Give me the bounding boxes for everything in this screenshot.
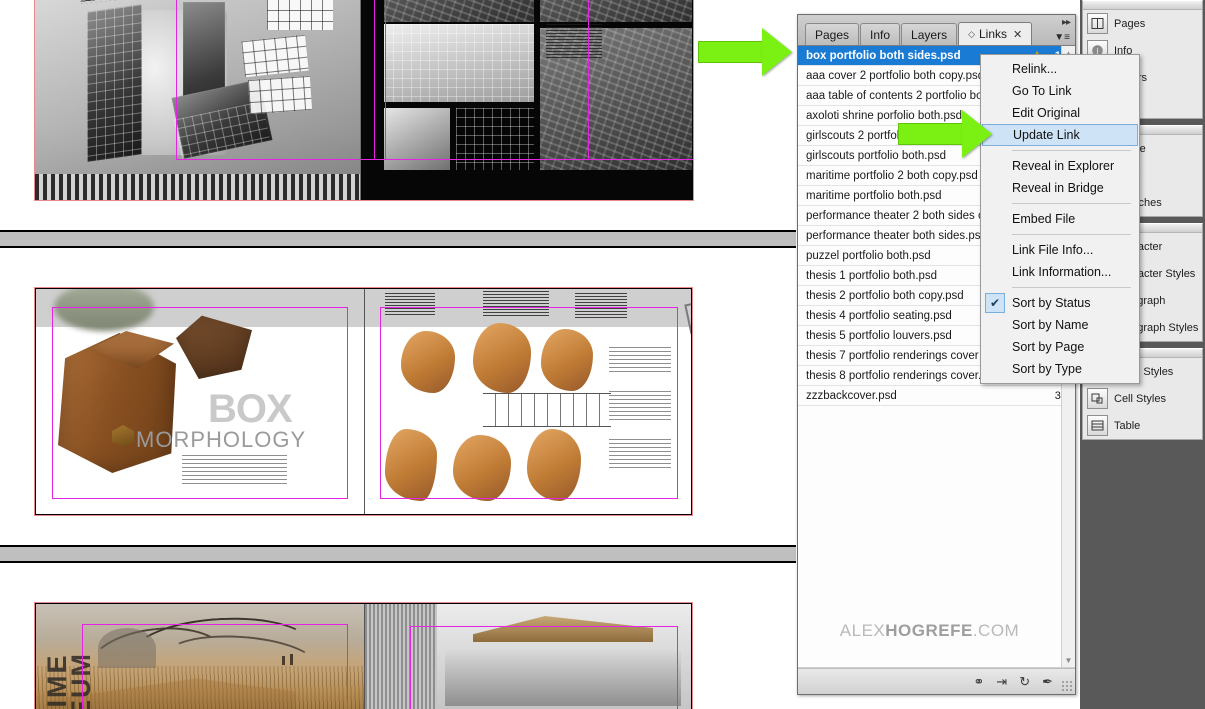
document-canvas[interactable]: BOX MORPHOLOGY TIME SEUM	[0, 0, 796, 709]
page-gap-band	[0, 545, 796, 563]
resize-grip[interactable]	[1061, 680, 1073, 692]
menu-item-label: Link File Info...	[1012, 243, 1094, 257]
menu-item-label: Sort by Page	[1012, 340, 1085, 354]
menu-item[interactable]: ✔ Sort by Status	[981, 292, 1139, 314]
menu-item[interactable]: Embed File	[981, 208, 1139, 230]
menu-separator	[1012, 287, 1131, 288]
update-link-icon[interactable]: ↻	[1019, 674, 1030, 690]
menu-separator	[1012, 150, 1131, 151]
menu-item-label: Embed File	[1012, 212, 1076, 226]
tab-label: Pages	[815, 27, 850, 42]
menu-item[interactable]: Sort by Page	[981, 336, 1139, 358]
tab-label: Layers	[911, 27, 948, 42]
tab-label: Info	[870, 27, 891, 42]
menu-item-label: Reveal in Explorer	[1012, 159, 1115, 173]
spread-puzzle-collage[interactable]	[35, 0, 693, 200]
spread3-right-page	[365, 604, 691, 709]
dock-item-cell-styles[interactable]: Cell Styles	[1083, 385, 1202, 412]
menu-item-label: Sort by Name	[1012, 318, 1089, 332]
links-context-menu[interactable]: Relink... Go To Link Edit Original Update L…	[980, 54, 1140, 384]
edit-original-icon[interactable]: ✒	[1042, 674, 1053, 690]
link-row[interactable]: zzzbackcover.psd34	[798, 386, 1075, 406]
panel-header-controls[interactable]: ▸▸ ▼≡	[1054, 15, 1072, 46]
panel-tab-bar[interactable]: Pages Info Layers ◇ Links ✕ ▸▸ ▼≡	[798, 15, 1075, 46]
menu-item[interactable]: Reveal in Explorer	[981, 155, 1139, 177]
spread1-right-page	[360, 0, 693, 200]
pages-icon	[1087, 13, 1108, 34]
menu-item-label: Edit Original	[1012, 106, 1081, 120]
spread2-left-page: BOX MORPHOLOGY	[36, 289, 364, 514]
dock-label: Cell Styles	[1114, 392, 1166, 405]
tab-label: Links	[979, 27, 1008, 41]
menu-item[interactable]: Go To Link	[981, 80, 1139, 102]
menu-item[interactable]: Relink...	[981, 58, 1139, 80]
annotation-arrow-to-selected-link	[698, 28, 794, 76]
relink-icon[interactable]: ⚭	[973, 674, 984, 690]
collapse-panel-icon[interactable]: ▸▸	[1062, 17, 1071, 28]
scroll-down-icon[interactable]: ▼	[1062, 653, 1075, 667]
close-icon[interactable]: ✕	[1013, 28, 1022, 41]
spread-box-morphology[interactable]: BOX MORPHOLOGY	[35, 288, 692, 515]
links-panel-footer[interactable]: ⚭ ⇥ ↻ ✒	[798, 668, 1075, 694]
dock-item-table[interactable]: Table	[1083, 412, 1202, 439]
tab-layers[interactable]: Layers	[901, 23, 958, 45]
menu-item[interactable]: Sort by Name	[981, 314, 1139, 336]
spread1-left-page	[35, 0, 360, 200]
menu-separator	[1012, 203, 1131, 204]
menu-item[interactable]: Link File Info...	[981, 239, 1139, 261]
tab-links[interactable]: ◇ Links ✕	[958, 22, 1033, 45]
menu-item-label: Sort by Type	[1012, 362, 1082, 376]
tab-pages[interactable]: Pages	[805, 23, 860, 45]
spread2-right-page	[365, 289, 691, 514]
menu-item-label: Update Link	[1013, 128, 1080, 142]
dock-label: Table	[1114, 419, 1141, 432]
spread-museum-render[interactable]: TIME SEUM	[35, 603, 692, 709]
menu-item-label: Link Information...	[1012, 265, 1112, 279]
check-icon: ✔	[985, 293, 1005, 313]
dock-grip[interactable]	[1083, 1, 1202, 10]
menu-item-label: Go To Link	[1012, 84, 1072, 98]
panel-menu-icon[interactable]: ▼≡	[1054, 33, 1070, 43]
goto-link-icon[interactable]: ⇥	[996, 674, 1007, 690]
dock-label: Pages	[1114, 17, 1146, 30]
menu-item[interactable]: Update Link	[982, 124, 1138, 146]
watermark: ALEXHOGREFE.COM	[798, 621, 1061, 641]
annotation-arrow-to-update-link	[898, 110, 994, 158]
menu-item-label: Relink...	[1012, 62, 1058, 76]
menu-separator	[1012, 234, 1131, 235]
diamond-icon: ◇	[968, 28, 975, 39]
menu-item-label: Reveal in Bridge	[1012, 181, 1104, 195]
table-icon	[1087, 415, 1108, 436]
dock-item-pages[interactable]: Pages	[1083, 10, 1202, 37]
menu-item[interactable]: Link Information...	[981, 261, 1139, 283]
menu-item[interactable]: Sort by Type	[981, 358, 1139, 380]
watermark-suffix: .COM	[972, 621, 1020, 640]
link-name: zzzbackcover.psd	[806, 389, 897, 402]
menu-item-label: Sort by Status	[1012, 296, 1091, 310]
watermark-prefix: ALEX	[839, 621, 886, 640]
cell-styles-icon	[1087, 388, 1108, 409]
tab-info[interactable]: Info	[860, 23, 901, 45]
menu-item[interactable]: Reveal in Bridge	[981, 177, 1139, 199]
spread3-left-page: TIME SEUM	[36, 604, 364, 709]
menu-item[interactable]: Edit Original	[981, 102, 1139, 124]
watermark-bold: HOGREFE	[885, 621, 973, 640]
page-gap-band	[0, 230, 796, 248]
